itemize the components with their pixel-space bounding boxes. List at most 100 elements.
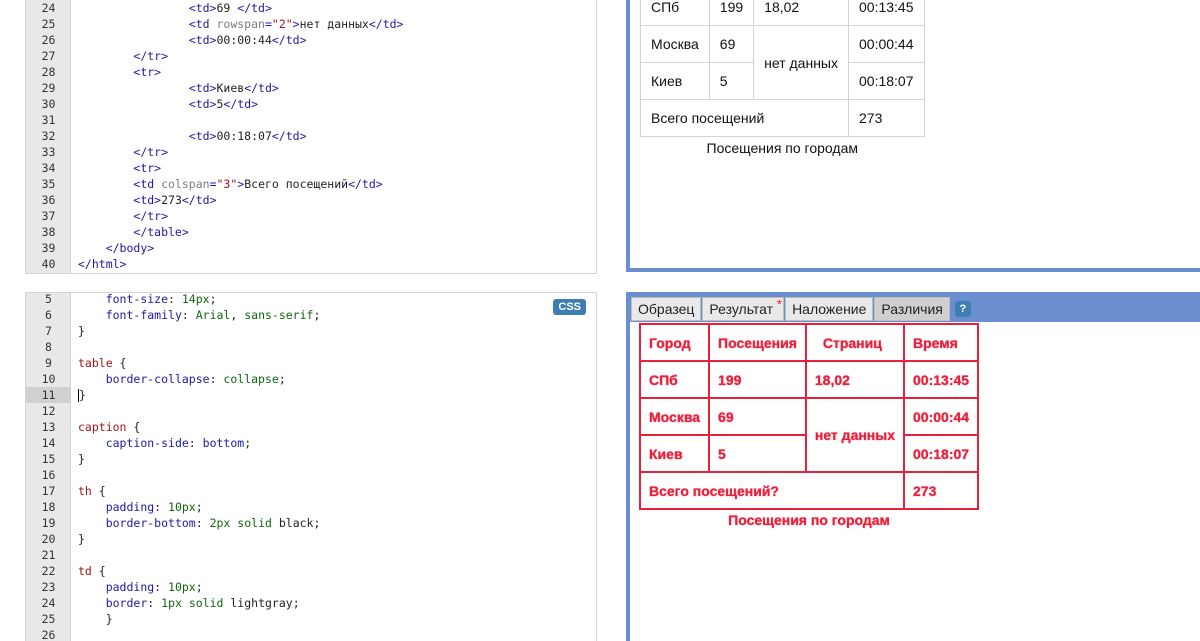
code-line[interactable]: 19 border-bottom: 2px solid black; <box>26 515 596 531</box>
code-lines[interactable]: 5 font-size: 14px; 6 font-family: Arial, … <box>26 293 596 641</box>
code-line[interactable]: 28 <tr> <box>26 64 596 80</box>
code-text[interactable]: </tr> <box>71 144 168 160</box>
code-text[interactable]: <td>69 </td> <box>71 0 272 16</box>
code-text[interactable]: } <box>71 531 85 547</box>
visits-table: СПб 199 18,02 00:13:45 Москва 69 нет дан… <box>640 0 925 156</box>
code-line[interactable]: 11} <box>26 387 596 403</box>
code-line[interactable]: 10 border-collapse: collapse; <box>26 371 596 387</box>
code-line[interactable]: 30 <td>5</td> <box>26 96 596 112</box>
code-line[interactable]: 36 <td>273</td> <box>26 192 596 208</box>
code-text[interactable]: font-family: Arial, sans-serif; <box>71 307 321 323</box>
css-code-editor[interactable]: 5 font-size: 14px; 6 font-family: Arial, … <box>25 292 597 641</box>
code-line[interactable]: 26 <td>00:00:44</td> <box>26 32 596 48</box>
code-line[interactable]: 34 <tr> <box>26 160 596 176</box>
code-line[interactable]: 32 <td>00:18:07</td> <box>26 128 596 144</box>
code-token: padding <box>105 500 155 514</box>
tab-overlay[interactable]: Наложение <box>785 297 874 321</box>
code-line[interactable]: 39 </body> <box>26 240 596 256</box>
code-text[interactable]: } <box>71 611 113 627</box>
code-text[interactable]: <tr> <box>71 64 161 80</box>
code-line[interactable]: 15} <box>26 451 596 467</box>
code-line[interactable]: 40 </html> <box>26 256 596 272</box>
code-text[interactable]: <td>5</td> <box>71 96 258 112</box>
code-text[interactable]: th { <box>71 483 106 499</box>
code-line[interactable]: 38 </table> <box>26 224 596 240</box>
code-text[interactable]: <td>Киев</td> <box>71 80 279 96</box>
code-text[interactable]: <td>00:00:44</td> <box>71 32 307 48</box>
code-line[interactable]: 17 th { <box>26 483 596 499</box>
code-line[interactable]: 6 font-family: Arial, sans-serif; <box>26 307 596 323</box>
html-code-editor[interactable]: 24 <td>69 </td> 25 <td rowspan="2">нет да… <box>25 0 597 274</box>
css-language-badge: CSS <box>553 299 586 315</box>
code-line[interactable]: 20} <box>26 531 596 547</box>
code-line[interactable]: 13 caption { <box>26 419 596 435</box>
code-text[interactable]: border-bottom: 2px solid black; <box>71 515 321 531</box>
code-text[interactable]: border-collapse: collapse; <box>71 371 286 387</box>
code-text[interactable]: </body> <box>71 240 154 256</box>
code-line[interactable]: 25 } <box>26 611 596 627</box>
line-number: 26 <box>41 628 56 641</box>
code-text[interactable]: caption { <box>71 419 140 435</box>
code-text[interactable]: <td>00:18:07</td> <box>71 128 307 144</box>
line-number: 33 <box>41 145 56 159</box>
code-text[interactable]: <td colspan="3">Всего посещений</td> <box>71 176 382 192</box>
code-text[interactable]: </tr> <box>71 48 168 64</box>
code-text[interactable]: <td>273</td> <box>71 192 216 208</box>
code-line[interactable]: 5 font-size: 14px; <box>26 293 596 307</box>
code-lines[interactable]: 24 <td>69 </td> 25 <td rowspan="2">нет да… <box>26 0 596 272</box>
code-text[interactable]: </table> <box>71 224 188 240</box>
code-text[interactable]: } <box>71 323 85 339</box>
line-number: 15 <box>41 452 56 466</box>
code-token: нет данных <box>299 17 369 31</box>
code-line[interactable]: 8 <box>26 339 596 355</box>
code-line[interactable]: 24 border: 1px solid lightgray; <box>26 595 596 611</box>
table-header-row: Город Посещения Страниц Время <box>638 323 980 362</box>
tab-diff[interactable]: Различия <box>874 297 950 321</box>
tab-sample[interactable]: Образец <box>631 297 702 321</box>
code-line[interactable]: 37 </tr> <box>26 208 596 224</box>
code-line[interactable]: 26 <box>26 627 596 641</box>
code-line[interactable]: 33 </tr> <box>26 144 596 160</box>
tab-result[interactable]: Результат * <box>702 296 785 321</box>
code-text[interactable]: caption-side: bottom; <box>71 435 251 451</box>
code-text[interactable]: table { <box>71 355 126 371</box>
code-line[interactable]: 12 <box>26 403 596 419</box>
code-token: 00:18:07 <box>216 129 272 143</box>
code-text[interactable] <box>71 627 78 641</box>
code-line[interactable]: 35 <td colspan="3">Всего посещений</td> <box>26 176 596 192</box>
code-text[interactable] <box>71 339 78 355</box>
code-text[interactable]: </tr> <box>71 208 168 224</box>
code-token: : <box>147 596 162 610</box>
code-line[interactable]: 18 padding: 10px; <box>26 499 596 515</box>
code-token: </tr> <box>133 209 169 223</box>
code-text[interactable]: font-size: 14px; <box>71 293 217 307</box>
code-text[interactable] <box>71 467 78 483</box>
code-text[interactable] <box>71 112 78 128</box>
code-line[interactable]: 31 <box>26 112 596 128</box>
code-text[interactable]: } <box>71 387 86 403</box>
code-line[interactable]: 21 <box>26 547 596 563</box>
code-line[interactable]: 29 <td>Киев</td> <box>26 80 596 96</box>
line-number: 24 <box>41 596 56 610</box>
code-token: { <box>112 356 127 370</box>
code-line[interactable]: 16 <box>26 467 596 483</box>
help-icon[interactable]: ? <box>954 301 971 317</box>
code-text[interactable]: <tr> <box>71 160 161 176</box>
code-line[interactable]: 25 <td rowspan="2">нет данных</td> <box>26 16 596 32</box>
code-text[interactable]: padding: 10px; <box>71 499 203 515</box>
code-text[interactable]: } <box>71 451 85 467</box>
code-line[interactable]: 23 padding: 10px; <box>26 579 596 595</box>
code-line[interactable]: 9 table { <box>26 355 596 371</box>
code-text[interactable] <box>71 547 78 563</box>
code-line[interactable]: 22 td { <box>26 563 596 579</box>
code-text[interactable]: td { <box>71 563 106 579</box>
code-line[interactable]: 14 caption-side: bottom; <box>26 435 596 451</box>
code-line[interactable]: 27 </tr> <box>26 48 596 64</box>
code-text[interactable]: border: 1px solid lightgray; <box>71 595 300 611</box>
code-line[interactable]: 7} <box>26 323 596 339</box>
code-text[interactable]: </html> <box>71 256 126 272</box>
code-text[interactable]: <td rowspan="2">нет данных</td> <box>71 16 404 32</box>
code-text[interactable]: padding: 10px; <box>71 579 203 595</box>
code-text[interactable] <box>71 403 78 419</box>
code-line[interactable]: 24 <td>69 </td> <box>26 0 596 16</box>
